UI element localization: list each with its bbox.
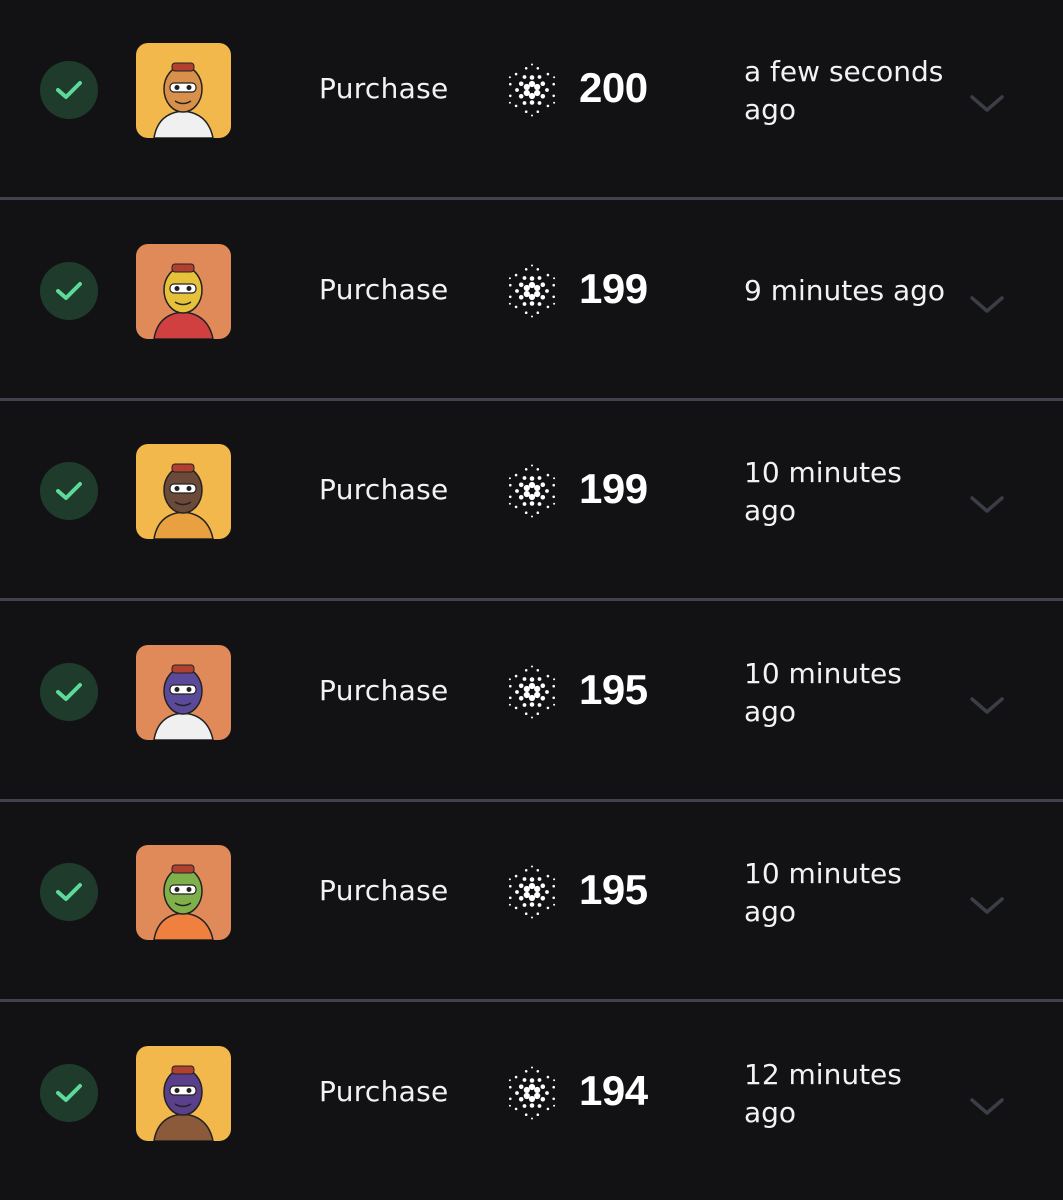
timestamp: a few seconds ago: [744, 53, 974, 129]
nft-avatar[interactable]: [136, 243, 231, 339]
chevron-down-icon[interactable]: [968, 1094, 1006, 1118]
price-value: 199: [579, 465, 648, 512]
transaction-row[interactable]: Purchase 195 10 minutes ago: [0, 602, 1063, 802]
timestamp: 10 minutes ago: [744, 855, 974, 931]
transaction-type: Purchase: [319, 1074, 449, 1108]
timestamp-line-1: a few seconds: [744, 55, 944, 88]
transaction-row[interactable]: Purchase 199 10 minutes ago: [0, 401, 1063, 601]
timestamp-line-1: 10 minutes: [744, 456, 902, 489]
price-value: 195: [579, 866, 648, 913]
nft-avatar[interactable]: [136, 43, 231, 138]
chevron-down-icon[interactable]: [968, 91, 1006, 115]
transaction-list: Purchase 200 a few seconds ago Purchase …: [0, 0, 1063, 1200]
nft-avatar[interactable]: [136, 845, 231, 940]
price-value: 194: [579, 1066, 648, 1114]
cardano-ada-icon: [505, 63, 559, 117]
transaction-row[interactable]: Purchase 194 12 minutes ago: [0, 1003, 1063, 1200]
cardano-ada-icon: [505, 865, 559, 919]
timestamp-line-1: 9 minutes ago: [744, 273, 946, 307]
check-circle-icon: [40, 61, 98, 119]
timestamp: 10 minutes ago: [744, 454, 974, 530]
transaction-row[interactable]: Purchase 199 9 minutes ago: [0, 201, 1063, 401]
chevron-down-icon[interactable]: [968, 693, 1006, 717]
check-circle-icon: [40, 1063, 98, 1122]
transaction-type: Purchase: [319, 72, 449, 105]
timestamp: 12 minutes ago: [744, 1056, 974, 1132]
chevron-down-icon[interactable]: [968, 292, 1006, 316]
price-value: 195: [579, 665, 648, 713]
timestamp-line-2: ago: [744, 694, 797, 728]
chevron-down-icon[interactable]: [968, 893, 1006, 917]
cardano-ada-icon: [505, 665, 559, 719]
check-circle-icon: [40, 863, 98, 921]
transaction-row[interactable]: Purchase 195 10 minutes ago: [0, 802, 1063, 1002]
timestamp-line-2: ago: [744, 1095, 797, 1129]
nft-avatar[interactable]: [136, 444, 231, 539]
cardano-ada-icon: [505, 1066, 559, 1120]
transaction-type: Purchase: [319, 272, 449, 306]
nft-avatar[interactable]: [136, 644, 231, 740]
timestamp-line-1: 10 minutes: [744, 857, 902, 890]
nft-avatar[interactable]: [136, 1045, 231, 1141]
transaction-type: Purchase: [319, 874, 449, 907]
price-value: 200: [579, 64, 648, 111]
transaction-row[interactable]: Purchase 200 a few seconds ago: [0, 0, 1063, 200]
timestamp-line-2: ago: [744, 494, 797, 527]
timestamp: 10 minutes ago: [744, 655, 974, 731]
check-circle-icon: [40, 462, 98, 520]
chevron-down-icon[interactable]: [968, 492, 1006, 516]
timestamp-line-1: 12 minutes: [744, 1057, 902, 1091]
timestamp-line-2: ago: [744, 93, 797, 126]
timestamp: 9 minutes ago: [744, 272, 974, 310]
check-circle-icon: [40, 261, 98, 320]
transaction-type: Purchase: [319, 673, 449, 707]
cardano-ada-icon: [505, 464, 559, 518]
transaction-type: Purchase: [319, 473, 449, 506]
timestamp-line-2: ago: [744, 895, 797, 928]
cardano-ada-icon: [505, 264, 559, 318]
price-value: 199: [579, 264, 648, 312]
check-circle-icon: [40, 662, 98, 721]
timestamp-line-1: 10 minutes: [744, 656, 902, 690]
